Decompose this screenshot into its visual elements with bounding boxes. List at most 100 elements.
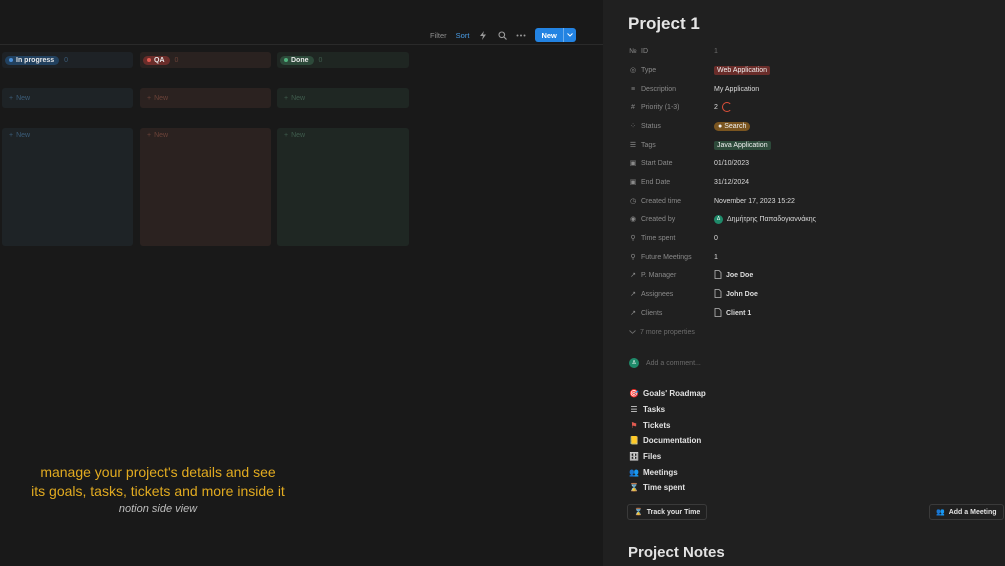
comment-input[interactable]: Add a comment...: [646, 360, 701, 367]
notebook-icon: 📒: [629, 436, 639, 446]
group-1-done-new-button[interactable]: + New: [277, 88, 409, 108]
relation-link[interactable]: Joe Doe: [726, 272, 753, 279]
project-notes-heading: Project Notes: [628, 544, 725, 561]
status-dot: [9, 58, 13, 62]
person-icon: ◉: [629, 216, 637, 223]
property-value: 1: [714, 253, 718, 261]
sort-button[interactable]: Sort: [456, 31, 470, 40]
property-created-time[interactable]: ◷ Created time November 17, 2023 15:22: [629, 194, 989, 208]
property-value: 1: [714, 47, 718, 55]
property-label: Priority (1-3): [641, 103, 680, 111]
hourglass-icon: ⌛: [634, 509, 643, 516]
column-header-qa[interactable]: QA 0: [140, 52, 271, 68]
property-assignees[interactable]: ↗ Assignees John Doe: [629, 287, 989, 301]
link-label: Meetings: [643, 467, 678, 477]
relation-link[interactable]: Client 1: [726, 310, 751, 317]
group-2-qa-column: + New: [140, 128, 271, 246]
chevron-down-icon[interactable]: [562, 28, 576, 42]
toolbar-divider: [0, 44, 603, 45]
hourglass-icon: ⌛: [629, 483, 639, 493]
link-meetings[interactable]: 👥 Meetings: [629, 464, 706, 480]
link-documentation[interactable]: 📒 Documentation: [629, 433, 706, 449]
more-properties-toggle[interactable]: 7 more properties: [629, 325, 989, 339]
caption-line-2: its goals, tasks, tickets and more insid…: [31, 483, 285, 499]
property-label: ID: [641, 47, 648, 55]
link-tickets[interactable]: ⚑ Tickets: [629, 417, 706, 433]
track-time-button[interactable]: ⌛ Track your Time: [627, 504, 708, 520]
column-count: 0: [64, 56, 69, 64]
property-time-spent[interactable]: ⚲ Time spent 0: [629, 231, 989, 245]
property-priority[interactable]: # Priority (1-3) 2: [629, 100, 989, 114]
link-label: Tickets: [643, 420, 671, 430]
people-icon: 👥: [629, 467, 639, 477]
property-label: Time spent: [641, 234, 676, 242]
property-p-manager[interactable]: ↗ P. Manager Joe Doe: [629, 268, 989, 282]
column-header-in-progress[interactable]: In progress 0: [2, 52, 133, 68]
link-files[interactable]: 🗄 Files: [629, 449, 706, 465]
search-icon[interactable]: [497, 30, 507, 40]
property-type[interactable]: ◎ Type Web Application: [629, 63, 989, 77]
status-pill-in-progress: In progress: [5, 55, 60, 65]
new-item-label: New: [154, 132, 169, 139]
property-start-date[interactable]: ▣ Start Date 01/10/2023: [629, 156, 989, 170]
status-dot: [284, 58, 288, 62]
property-status[interactable]: ⁘ Status ● Search: [629, 119, 989, 133]
status-badge: ● Search: [714, 121, 751, 131]
plus-icon: +: [9, 132, 14, 139]
automation-lightning-icon[interactable]: [478, 30, 488, 40]
group-1-in-progress-new-button[interactable]: + New: [2, 88, 133, 108]
property-description[interactable]: ≡ Description My Application: [629, 82, 989, 96]
property-label: Type: [641, 66, 657, 74]
property-value: 0: [714, 234, 718, 242]
group-1-qa-new-button[interactable]: + New: [140, 88, 271, 108]
property-value: 01/10/2023: [714, 159, 750, 167]
link-goals-roadmap[interactable]: 🎯 Goals' Roadmap: [629, 386, 706, 402]
status-pill-done: Done: [280, 55, 314, 65]
plus-icon: +: [284, 94, 289, 102]
plus-icon: +: [284, 132, 289, 139]
relation-link[interactable]: John Doe: [726, 291, 758, 298]
more-options-icon[interactable]: [516, 30, 526, 40]
new-button[interactable]: New: [535, 28, 576, 42]
property-label: Status: [641, 122, 661, 130]
property-value: Δημήτρης Παπαδογιαννάκης: [727, 215, 817, 223]
caption-line-3: notion side view: [118, 503, 198, 515]
caption-line-1: manage your project's details and see: [40, 464, 276, 480]
add-meeting-button[interactable]: 👥 Add a Meeting: [929, 504, 1004, 520]
link-time-spent[interactable]: ⌛ Time spent: [629, 480, 706, 496]
property-id[interactable]: № ID 1: [629, 44, 989, 58]
property-future-meetings[interactable]: ⚲ Future Meetings 1: [629, 250, 989, 264]
comment-box[interactable]: Δ Add a comment...: [629, 358, 701, 368]
property-clients[interactable]: ↗ Clients Client 1: [629, 306, 989, 320]
chevron-down-icon: [629, 329, 636, 336]
group-2-qa-new-button[interactable]: + New: [147, 132, 264, 139]
column-header-done[interactable]: Done 0: [277, 52, 409, 68]
new-button-label: New: [541, 30, 557, 40]
tag-chip: Java Application: [714, 140, 771, 150]
group-2-done-new-button[interactable]: + New: [284, 132, 402, 139]
group-2-in-progress-new-button[interactable]: + New: [9, 132, 126, 139]
property-label: Assignees: [641, 290, 674, 298]
property-value: 31/12/2024: [714, 178, 750, 186]
property-end-date[interactable]: ▣ End Date 31/12/2024: [629, 175, 989, 189]
link-label: Goals' Roadmap: [643, 389, 706, 399]
more-properties-label: 7 more properties: [640, 328, 695, 336]
filter-button[interactable]: Filter: [430, 31, 447, 40]
plus-icon: +: [147, 132, 152, 139]
column-title: In progress: [16, 56, 55, 64]
column-count: 0: [174, 56, 179, 64]
new-item-label: New: [16, 132, 31, 139]
status-pill-qa: QA: [143, 55, 170, 65]
button-label: Add a Meeting: [948, 508, 997, 516]
property-label: Future Meetings: [641, 253, 692, 261]
status-icon: ⁘: [630, 123, 636, 130]
property-label: End Date: [641, 178, 671, 186]
list-icon: ☰: [630, 405, 638, 415]
column-title: Done: [291, 56, 309, 64]
people-icon: 👥: [936, 509, 945, 516]
property-created-by[interactable]: ◉ Created by Δ Δημήτρης Παπαδογιαννάκης: [629, 212, 989, 226]
page-title[interactable]: Project 1: [628, 14, 700, 34]
property-label: P. Manager: [641, 271, 677, 279]
property-tags[interactable]: ☰ Tags Java Application: [629, 138, 989, 152]
link-tasks[interactable]: ☰ Tasks: [629, 402, 706, 418]
